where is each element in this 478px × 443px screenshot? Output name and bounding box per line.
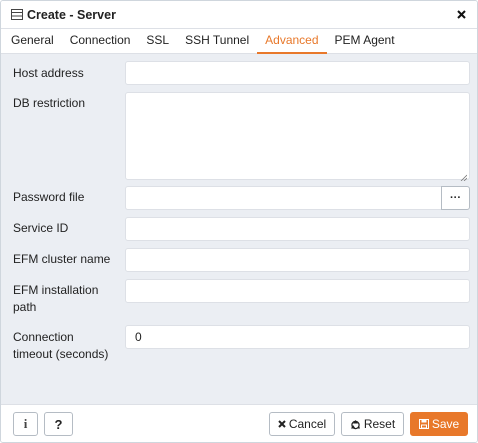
connection-timeout-label-line2: timeout (seconds) [13, 347, 109, 361]
resize-grip-icon[interactable] [460, 170, 468, 182]
password-file-input[interactable] [125, 186, 442, 210]
save-icon [418, 419, 429, 429]
efm-installation-path-label: EFM installation path [13, 282, 118, 316]
reset-button[interactable]: Reset [341, 412, 404, 436]
efm-installation-path-label-line2: path [13, 300, 37, 314]
dialog-title: Create - Server [27, 7, 116, 22]
service-id-label: Service ID [13, 221, 69, 235]
browse-file-button[interactable]: ··· [441, 186, 470, 210]
dialog-titlebar: Create - Server [1, 1, 477, 29]
tab-general[interactable]: General [3, 29, 62, 54]
connection-timeout-label-line1: Connection [13, 330, 74, 344]
close-button[interactable] [454, 8, 468, 22]
help-icon: ? [54, 416, 63, 432]
cancel-button[interactable]: Cancel [269, 412, 335, 436]
connection-timeout-input[interactable] [125, 325, 470, 349]
db-restriction-label: DB restriction [13, 96, 86, 110]
efm-installation-path-label-line1: EFM installation [13, 283, 99, 297]
reset-label: Reset [363, 417, 396, 431]
save-label: Save [431, 417, 460, 431]
tab-ssl[interactable]: SSL [138, 29, 177, 54]
service-id-input[interactable] [125, 217, 470, 241]
tab-pem-agent[interactable]: PEM Agent [327, 29, 403, 54]
host-address-label: Host address [13, 66, 84, 80]
advanced-tab-panel: Host address DB restriction Password fil… [1, 54, 477, 404]
info-icon: i [23, 416, 28, 431]
cancel-label: Cancel [288, 417, 327, 431]
tab-connection[interactable]: Connection [62, 29, 139, 54]
password-file-label: Password file [13, 190, 85, 204]
tab-bar: General Connection SSL SSH Tunnel Advanc… [1, 29, 477, 54]
cancel-x-icon [278, 420, 286, 428]
efm-installation-path-input[interactable] [125, 279, 470, 303]
help-button[interactable]: ? [44, 412, 73, 436]
close-icon [456, 8, 466, 22]
efm-cluster-name-input[interactable] [125, 248, 470, 272]
host-address-input[interactable] [125, 61, 470, 85]
tab-ssh-tunnel[interactable]: SSH Tunnel [177, 29, 257, 54]
dialog-footer: i ? Cancel Reset Save [1, 404, 477, 442]
tab-advanced[interactable]: Advanced [257, 29, 327, 54]
server-icon [11, 9, 23, 20]
connection-timeout-label: Connection timeout (seconds) [13, 329, 118, 363]
save-button[interactable]: Save [410, 412, 468, 436]
ellipsis-icon: ··· [450, 192, 461, 204]
create-server-dialog: Create - Server General Connection SSL S… [0, 0, 478, 443]
info-button[interactable]: i [13, 412, 38, 436]
efm-cluster-name-label: EFM cluster name [13, 252, 111, 266]
db-restriction-textarea[interactable] [125, 92, 470, 182]
recycle-icon [350, 419, 361, 430]
